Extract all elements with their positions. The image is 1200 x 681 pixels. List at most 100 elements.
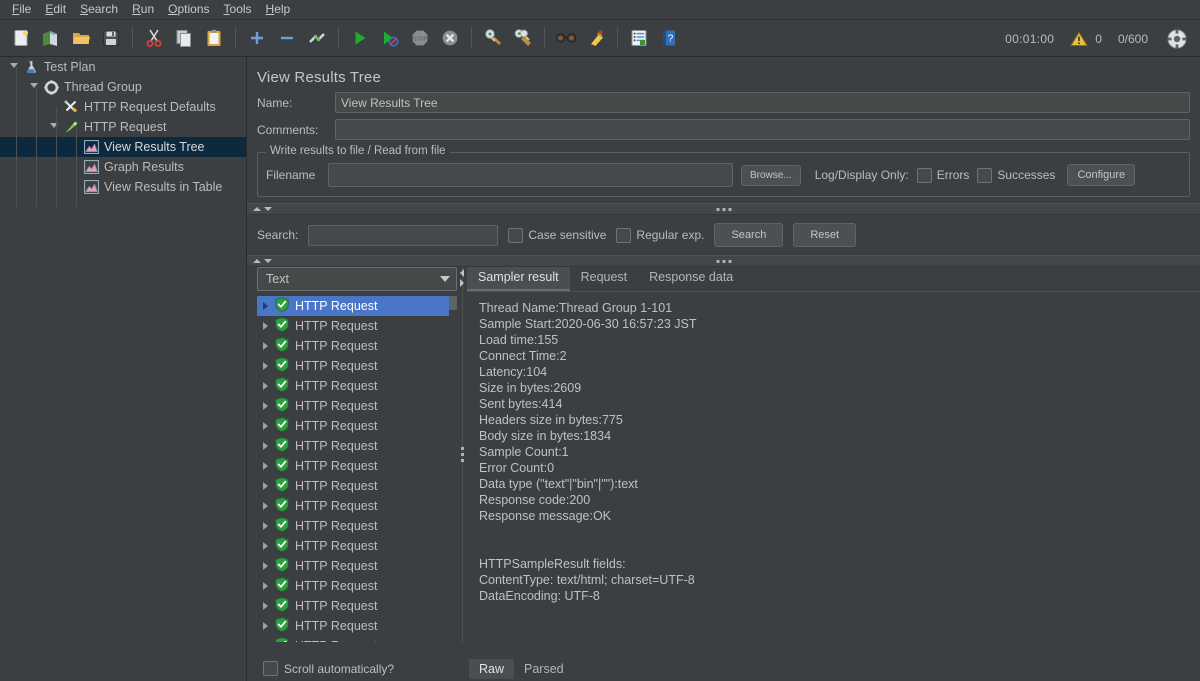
search-icon[interactable] — [552, 24, 580, 52]
sampler-result-list[interactable]: HTTP Request HTTP Request HTTP Request HTTP… — [257, 296, 457, 642]
sampler-list-item[interactable]: HTTP Request — [257, 476, 457, 496]
chevron-right-icon[interactable] — [263, 362, 268, 370]
sampler-list-item[interactable]: HTTP Request — [257, 356, 457, 376]
chevron-right-icon[interactable] — [263, 542, 268, 550]
splitter-vertical-grip[interactable] — [460, 447, 464, 462]
chevron-down-icon[interactable] — [6, 57, 22, 77]
sampler-list-item[interactable]: HTTP Request — [257, 416, 457, 436]
sampler-list-item[interactable]: HTTP Request — [257, 516, 457, 536]
save-icon[interactable] — [97, 24, 125, 52]
chevron-down-icon[interactable] — [26, 77, 42, 97]
sampler-list-item[interactable]: HTTP Request — [257, 536, 457, 556]
regular-exp-checkbox-box[interactable] — [616, 227, 632, 243]
test-plan-tree[interactable]: Test Plan Thread Group HTTP Request Defaul… — [0, 57, 247, 681]
chevron-left-icon[interactable] — [460, 269, 464, 277]
filename-input[interactable] — [328, 163, 733, 187]
help-icon[interactable]: ? — [655, 24, 683, 52]
splitter-middle[interactable] — [247, 255, 1200, 267]
chevron-right-icon[interactable] — [263, 422, 268, 430]
comments-input[interactable] — [335, 119, 1190, 140]
configure-button[interactable]: Configure — [1067, 164, 1136, 186]
splitter-top-arrows[interactable] — [253, 207, 272, 211]
case-sensitive-checkbox-box[interactable] — [508, 227, 524, 243]
splitter-top-grip[interactable] — [716, 207, 731, 211]
render-selector[interactable]: Text — [257, 267, 457, 291]
chevron-right-icon[interactable] — [263, 482, 268, 490]
sampler-list-item[interactable]: HTTP Request — [257, 316, 457, 336]
warning-indicator[interactable]: 0 — [1070, 31, 1102, 47]
successes-checkbox[interactable]: Successes — [977, 167, 1055, 183]
splitter-middle-arrows[interactable] — [253, 259, 272, 263]
errors-checkbox[interactable]: Errors — [916, 167, 969, 183]
tree-node-test-plan[interactable]: Test Plan — [0, 57, 246, 77]
chevron-right-icon[interactable] — [263, 302, 268, 310]
chevron-right-icon[interactable] — [263, 382, 268, 390]
chevron-up-icon[interactable] — [253, 259, 261, 263]
chevron-right-icon[interactable] — [263, 602, 268, 610]
stop-icon[interactable]: STOP — [406, 24, 434, 52]
chevron-right-icon[interactable] — [263, 582, 268, 590]
case-sensitive-checkbox[interactable]: Case sensitive — [508, 227, 606, 243]
view-tab-parsed[interactable]: Parsed — [514, 659, 574, 679]
splitter-vertical-arrows[interactable] — [460, 269, 464, 287]
chevron-down-icon[interactable] — [264, 207, 272, 211]
tab-response-data[interactable]: Response data — [638, 267, 744, 291]
sampler-list-item[interactable]: HTTP Request — [257, 636, 457, 642]
chevron-down-icon[interactable] — [264, 259, 272, 263]
chevron-right-icon[interactable] — [263, 342, 268, 350]
menu-tools[interactable]: Tools — [217, 1, 259, 18]
chevron-right-icon[interactable] — [460, 279, 464, 287]
shutdown-icon[interactable] — [436, 24, 464, 52]
sampler-list-item[interactable]: HTTP Request — [257, 556, 457, 576]
sampler-list-item[interactable]: HTTP Request — [257, 456, 457, 476]
search-input[interactable] — [308, 224, 499, 246]
menu-options[interactable]: Options — [161, 1, 216, 18]
copy-icon[interactable] — [170, 24, 198, 52]
search-reset-icon[interactable] — [582, 24, 610, 52]
splitter-vertical[interactable] — [457, 267, 467, 642]
tab-sampler-result[interactable]: Sampler result — [467, 267, 570, 291]
expand-all-icon[interactable] — [243, 24, 271, 52]
search-button[interactable]: Search — [714, 223, 784, 247]
function-helper-icon[interactable] — [625, 24, 653, 52]
chevron-right-icon[interactable] — [263, 322, 268, 330]
toggle-icon[interactable] — [303, 24, 331, 52]
sampler-list-item[interactable]: HTTP Request — [257, 496, 457, 516]
chevron-right-icon[interactable] — [263, 502, 268, 510]
tab-request[interactable]: Request — [570, 267, 639, 291]
chevron-right-icon[interactable] — [263, 442, 268, 450]
paste-icon[interactable] — [200, 24, 228, 52]
reset-button[interactable]: Reset — [793, 223, 857, 247]
sampler-list-item[interactable]: HTTP Request — [257, 596, 457, 616]
splitter-middle-grip[interactable] — [716, 259, 731, 263]
collapse-all-icon[interactable] — [273, 24, 301, 52]
menu-help[interactable]: Help — [259, 1, 298, 18]
menu-file[interactable]: File — [5, 1, 38, 18]
active-threads-icon[interactable] — [1163, 25, 1191, 53]
scroll-automatically-checkbox-box[interactable] — [263, 661, 278, 676]
sampler-list-item[interactable]: HTTP Request — [257, 616, 457, 636]
menu-edit[interactable]: Edit — [38, 1, 73, 18]
chevron-right-icon[interactable] — [263, 522, 268, 530]
name-input[interactable]: View Results Tree — [335, 92, 1190, 113]
start-no-timers-icon[interactable] — [376, 24, 404, 52]
browse-button[interactable]: Browse... — [741, 164, 801, 186]
clear-icon[interactable] — [479, 24, 507, 52]
chevron-down-icon[interactable] — [46, 117, 62, 137]
templates-icon[interactable] — [37, 24, 65, 52]
sampler-list-item[interactable]: HTTP Request — [257, 436, 457, 456]
open-icon[interactable] — [67, 24, 95, 52]
sampler-list-item[interactable]: HTTP Request — [257, 376, 457, 396]
successes-checkbox-box[interactable] — [977, 167, 993, 183]
chevron-right-icon[interactable] — [263, 622, 268, 630]
sampler-list-scrollbar[interactable] — [449, 296, 457, 642]
cut-icon[interactable] — [140, 24, 168, 52]
splitter-top[interactable] — [247, 203, 1200, 215]
clear-all-icon[interactable] — [509, 24, 537, 52]
sampler-list-item[interactable]: HTTP Request — [257, 576, 457, 596]
view-tab-raw[interactable]: Raw — [469, 658, 515, 679]
chevron-right-icon[interactable] — [263, 462, 268, 470]
chevron-up-icon[interactable] — [253, 207, 261, 211]
chevron-right-icon[interactable] — [263, 562, 268, 570]
sampler-list-item[interactable]: HTTP Request — [257, 396, 457, 416]
